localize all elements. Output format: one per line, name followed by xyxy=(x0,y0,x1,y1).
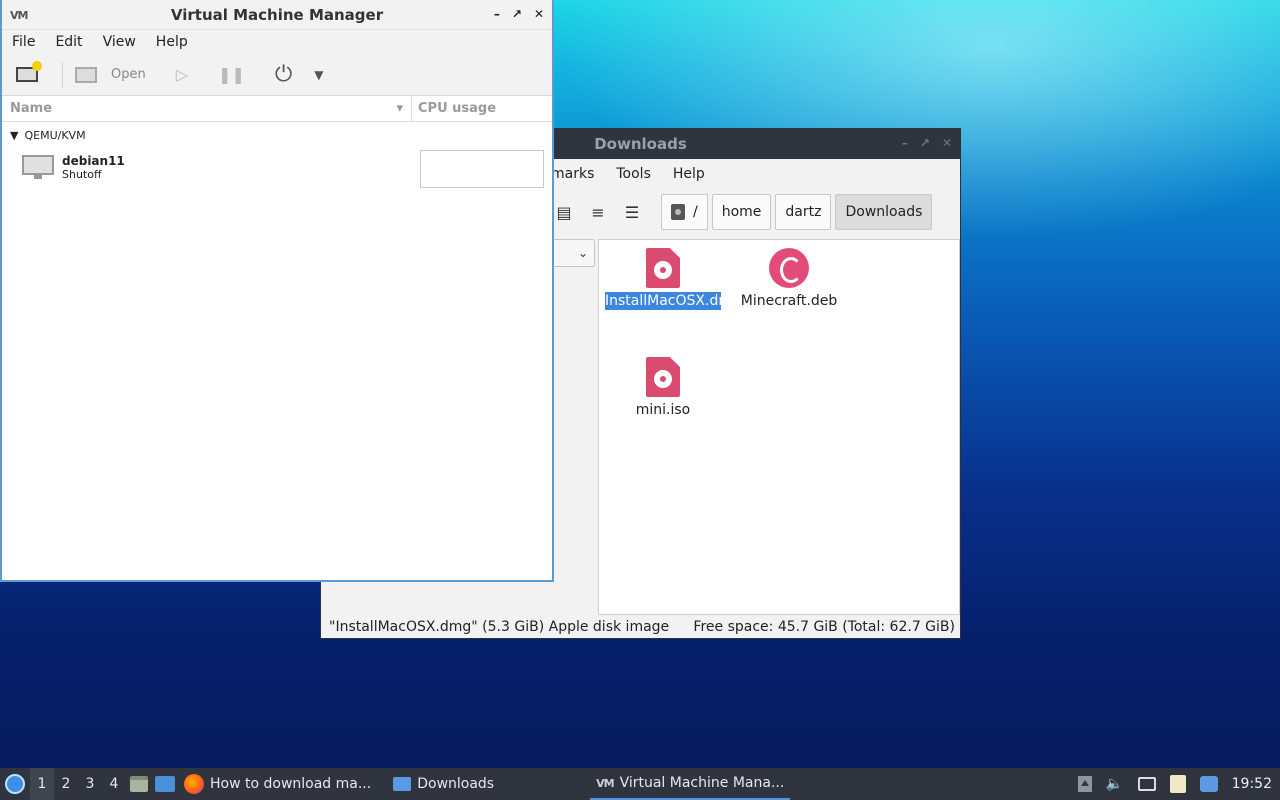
list-view-icon[interactable]: ≡ xyxy=(585,199,611,225)
task-downloads[interactable]: Downloads xyxy=(387,768,500,800)
app-menu-icon xyxy=(5,774,25,794)
file-manager-icon xyxy=(130,776,148,792)
maximize-icon[interactable]: ↗ xyxy=(920,136,930,150)
file-item[interactable]: InstallMacOSX.dmg xyxy=(605,248,741,310)
column-cpu-usage[interactable]: CPU usage xyxy=(412,101,496,116)
task-vmm[interactable]: VM Virtual Machine Mana... xyxy=(590,768,791,800)
system-tray: 🔈 19:52 xyxy=(1077,768,1280,800)
volume-icon[interactable]: 🔈 xyxy=(1106,775,1124,793)
file-name: mini.iso xyxy=(635,402,691,418)
breadcrumb-downloads[interactable]: Downloads xyxy=(835,194,933,230)
menu-help[interactable]: Help xyxy=(673,166,705,182)
open-console-icon[interactable] xyxy=(75,66,97,83)
chevron-down-icon: ⌄ xyxy=(577,246,588,260)
maximize-icon[interactable]: ↗ xyxy=(512,7,522,21)
pause-icon[interactable]: ❚❚ xyxy=(218,65,245,84)
disk-image-icon xyxy=(646,248,680,288)
compact-view-icon[interactable]: ▤ xyxy=(551,199,577,225)
workspace-3[interactable]: 3 xyxy=(78,768,102,800)
fm-window-title: Downloads xyxy=(594,135,687,153)
menu-bookmarks[interactable]: marks xyxy=(551,166,594,182)
desktop-icon xyxy=(155,776,175,792)
vmm-menubar: File Edit View Help xyxy=(2,30,552,54)
expander-icon[interactable]: ▼ xyxy=(10,129,18,142)
drive-icon xyxy=(671,204,685,220)
menu-help[interactable]: Help xyxy=(156,34,188,50)
file-item[interactable]: mini.iso xyxy=(605,357,721,419)
file-manager-launcher[interactable] xyxy=(126,768,152,800)
breadcrumb-root[interactable]: / xyxy=(661,194,708,230)
status-free-space: Free space: 45.7 GiB (Total: 62.7 GiB) xyxy=(693,619,955,635)
disk-image-icon xyxy=(646,357,680,397)
clipboard-icon[interactable] xyxy=(1169,775,1186,793)
vmm-titlebar[interactable]: VM Virtual Machine Manager – ↗ ✕ xyxy=(2,0,552,30)
menu-edit[interactable]: Edit xyxy=(55,34,82,50)
breadcrumb: / home dartz Downloads xyxy=(661,194,933,230)
cpu-usage-graph xyxy=(420,150,544,188)
side-pane-selector[interactable]: ⌄ xyxy=(551,239,595,267)
menu-tools[interactable]: Tools xyxy=(616,166,651,182)
taskbar: 1 2 3 4 How to download ma... Downloads … xyxy=(0,768,1280,800)
connection-group[interactable]: ▼ QEMU/KVM xyxy=(2,122,552,148)
minimize-icon[interactable]: – xyxy=(902,136,908,150)
shutdown-menu-chevron-icon[interactable]: ▼ xyxy=(314,68,323,82)
file-item[interactable]: Minecraft.deb xyxy=(731,248,847,310)
power-icon[interactable]: ⏻ xyxy=(275,62,292,87)
vmm-window[interactable]: VM Virtual Machine Manager – ↗ ✕ File Ed… xyxy=(0,0,554,582)
workspace-4[interactable]: 4 xyxy=(102,768,126,800)
vmm-window-title: Virtual Machine Manager xyxy=(170,5,384,24)
status-selection-info: "InstallMacOSX.dmg" (5.3 GiB) Apple disk… xyxy=(329,619,670,635)
workspace-1[interactable]: 1 xyxy=(30,768,54,800)
run-icon[interactable]: ▷ xyxy=(176,65,188,84)
tray-expand-icon[interactable] xyxy=(1077,776,1092,792)
minimize-icon[interactable]: – xyxy=(494,7,500,21)
clock[interactable]: 19:52 xyxy=(1232,776,1272,792)
task-firefox[interactable]: How to download ma... xyxy=(178,768,377,800)
vm-row[interactable]: debian11 Shutoff xyxy=(2,148,552,188)
file-view[interactable]: InstallMacOSX.dmg Minecraft.deb mini.iso xyxy=(598,239,960,615)
vm-state: Shutoff xyxy=(62,167,102,181)
connection-name: QEMU/KVM xyxy=(24,128,86,142)
firefox-icon xyxy=(184,774,204,794)
folder-icon xyxy=(393,777,412,791)
open-button[interactable]: Open xyxy=(111,67,146,82)
file-name: InstallMacOSX.dmg xyxy=(605,292,741,310)
update-notifier-icon[interactable] xyxy=(1199,776,1218,792)
breadcrumb-home[interactable]: home xyxy=(711,194,772,230)
vm-monitor-icon xyxy=(22,155,54,179)
column-name[interactable]: Name ▾ xyxy=(2,96,412,121)
toolbar-separator xyxy=(62,61,63,88)
detailed-view-icon[interactable]: ☰ xyxy=(619,199,645,225)
start-menu-button[interactable] xyxy=(0,768,30,800)
close-icon[interactable]: ✕ xyxy=(534,7,544,21)
menu-file[interactable]: File xyxy=(12,34,35,50)
vmm-toolbar: Open ▷ ❚❚ ⏻ ▼ xyxy=(2,54,552,96)
network-icon[interactable] xyxy=(1137,777,1156,791)
sort-chevron-icon: ▾ xyxy=(396,101,403,116)
new-vm-icon[interactable] xyxy=(16,60,42,85)
file-name: Minecraft.deb xyxy=(740,293,838,309)
show-desktop-launcher[interactable] xyxy=(152,768,178,800)
debian-package-icon xyxy=(769,248,809,288)
vm-list-header: Name ▾ CPU usage xyxy=(2,96,552,122)
workspace-2[interactable]: 2 xyxy=(54,768,78,800)
vmm-icon: VM xyxy=(596,776,614,790)
close-icon[interactable]: ✕ xyxy=(942,136,952,150)
fm-statusbar: "InstallMacOSX.dmg" (5.3 GiB) Apple disk… xyxy=(327,619,957,635)
vmm-app-icon: VM xyxy=(10,9,28,22)
vm-name: debian11 xyxy=(62,153,125,168)
menu-view[interactable]: View xyxy=(103,34,136,50)
breadcrumb-dartz[interactable]: dartz xyxy=(775,194,832,230)
